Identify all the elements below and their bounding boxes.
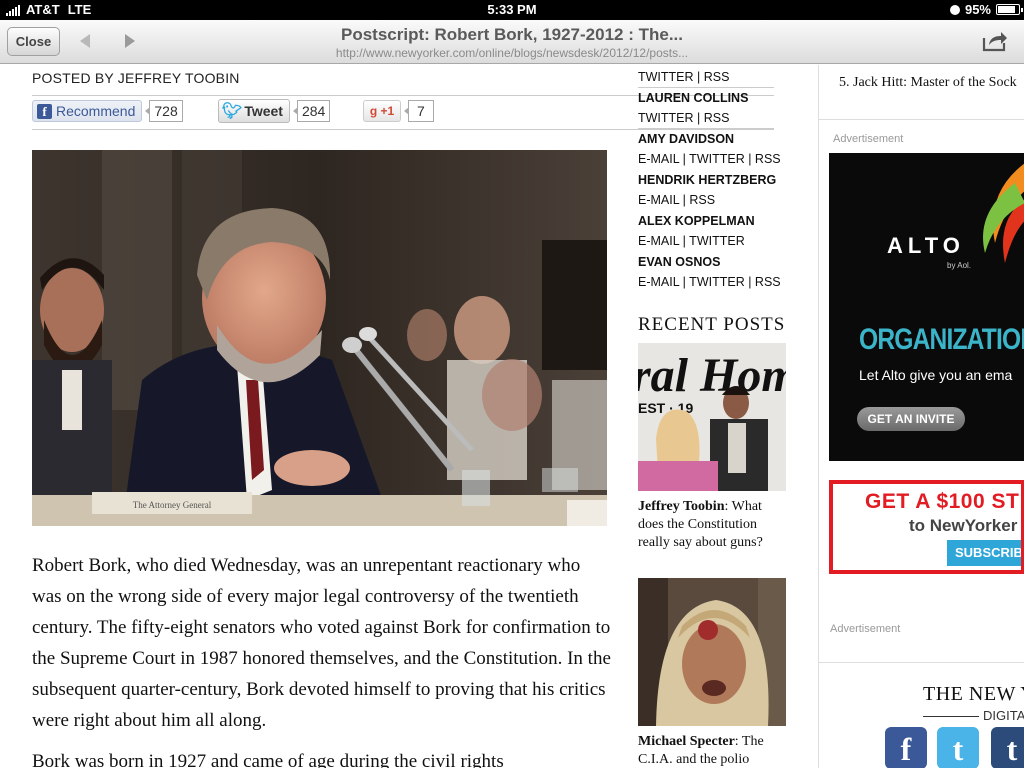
divider	[819, 119, 1024, 120]
twitter-share[interactable]: 🐦︎ Tweet 284	[218, 99, 331, 123]
twitter-bird-icon: 🐦︎	[222, 103, 243, 120]
battery-percent: 95%	[964, 2, 991, 17]
forward-arrow-icon[interactable]	[122, 32, 138, 50]
close-button[interactable]: Close	[7, 27, 60, 56]
recent-post-thumbnail[interactable]	[638, 578, 786, 726]
article-paragraph: Robert Bork, who died Wednesday, was an …	[32, 555, 611, 731]
author-name[interactable]: HENDRIK HERTZBERG	[638, 170, 788, 191]
google-icon: g	[369, 104, 378, 118]
plus-one-count: 7	[404, 100, 434, 122]
svg-text:ral Hom: ral Hom	[638, 349, 786, 402]
facebook-icon[interactable]: f	[885, 727, 927, 768]
recommend-button[interactable]: f Recommend	[32, 100, 143, 122]
recommend-count: 728	[145, 100, 183, 122]
twitter-icon[interactable]: t	[937, 727, 979, 768]
page-title: Postscript: Robert Bork, 1927-2012 : The…	[341, 25, 683, 44]
tweet-button[interactable]: 🐦︎ Tweet	[218, 99, 290, 123]
plus-one-label: +1	[380, 104, 395, 118]
page-url: http://www.newyorker.com/online/blogs/ne…	[335, 46, 689, 60]
ad-headline: ORGANIZATION I	[859, 323, 1024, 356]
ad-subheadline: to NewYorker	[909, 516, 1018, 535]
recent-post-link[interactable]: Jeffrey Toobin: What does the Constituti…	[638, 498, 788, 552]
ad-label: Advertisement	[833, 133, 904, 145]
plus-one-button[interactable]: g +1	[363, 100, 401, 122]
battery-icon	[996, 4, 1023, 15]
alto-brand-sub: by Aol.	[947, 261, 972, 270]
status-bar: AT&T LTE 5:33 PM 95%	[0, 0, 1024, 20]
get-invite-button[interactable]: GET AN INVITE	[857, 407, 965, 431]
tweet-count: 284	[292, 100, 331, 122]
share-icon[interactable]	[982, 30, 1008, 52]
author-links[interactable]: E-MAIL | TWITTER	[638, 231, 788, 252]
promo-subtitle: DIGITA	[923, 708, 1024, 723]
ad-tagline: Let Alto give you an ema	[859, 367, 1013, 383]
tweet-label: Tweet	[244, 103, 283, 119]
facebook-recommend[interactable]: f Recommend 728	[32, 100, 183, 122]
nameplate-1: The Attorney General	[133, 500, 212, 510]
alto-advertisement[interactable]: ALTO by Aol. ORGANIZATION I Let Alto giv…	[829, 153, 1024, 461]
ad-headline: GET A $100 ST	[865, 490, 1020, 513]
rotation-lock-icon	[949, 4, 960, 15]
article-body: Robert Bork, who died Wednesday, was an …	[32, 550, 612, 768]
address-area[interactable]: Postscript: Robert Bork, 1927-2012 : The…	[300, 25, 724, 60]
article-paragraph: Bork was born in 1927 and came of age du…	[32, 751, 504, 768]
most-popular-item[interactable]: 5. Jack Hitt: Master of the Sock	[839, 75, 1017, 91]
author-name[interactable]: AMY DAVIDSON	[638, 129, 788, 150]
post-author: Jeffrey Toobin	[638, 499, 725, 514]
recent-post-thumbnail[interactable]: ral Hom EST · 19	[638, 343, 786, 491]
clock: 5:33 PM	[487, 2, 537, 17]
back-arrow-icon[interactable]	[77, 32, 93, 50]
facebook-icon: f	[37, 103, 52, 119]
author-links[interactable]: TWITTER | RSS	[638, 108, 774, 129]
ad-label: Advertisement	[830, 623, 901, 635]
web-content: POSTED BY JEFFREY TOOBIN f Recommend 728…	[0, 65, 1024, 768]
promo-title: THE NEW Y	[923, 683, 1024, 705]
author-links[interactable]: E-MAIL | RSS	[638, 190, 788, 211]
tumblr-icon[interactable]: t	[991, 727, 1024, 768]
subscribe-button[interactable]: SUBSCRIB	[947, 540, 1021, 566]
author-links[interactable]: TWITTER | RSS	[638, 67, 774, 88]
article-photo[interactable]: The Attorney General	[32, 150, 607, 526]
recent-post-link[interactable]: Michael Specter: The C.I.A. and the poli…	[638, 733, 788, 768]
google-plus-share[interactable]: g +1 7	[363, 100, 434, 122]
recommend-label: Recommend	[56, 103, 136, 119]
blog-authors-list: TWITTER | RSS LAUREN COLLINS TWITTER | R…	[638, 67, 788, 293]
author-name[interactable]: LAUREN COLLINS	[638, 88, 788, 109]
alto-brand: ALTO	[887, 233, 965, 258]
post-author: Michael Specter	[638, 734, 735, 749]
right-sidebar: 5. Jack Hitt: Master of the Sock Adverti…	[818, 65, 1024, 768]
author-links[interactable]: E-MAIL | TWITTER | RSS	[638, 149, 788, 170]
recent-posts-heading: RECENT POSTS	[638, 314, 786, 335]
divider	[819, 662, 1024, 663]
author-links[interactable]: E-MAIL | TWITTER | RSS	[638, 272, 788, 293]
alto-logo-swoosh	[983, 163, 1024, 263]
author-name[interactable]: EVAN OSNOS	[638, 252, 788, 273]
author-name[interactable]: ALEX KOPPELMAN	[638, 211, 788, 232]
browser-toolbar: Close Postscript: Robert Bork, 1927-2012…	[0, 20, 1024, 64]
subscribe-advertisement[interactable]: GET A $100 ST to NewYorker SUBSCRIB	[829, 480, 1024, 574]
article-byline: POSTED BY JEFFREY TOOBIN	[32, 70, 240, 86]
